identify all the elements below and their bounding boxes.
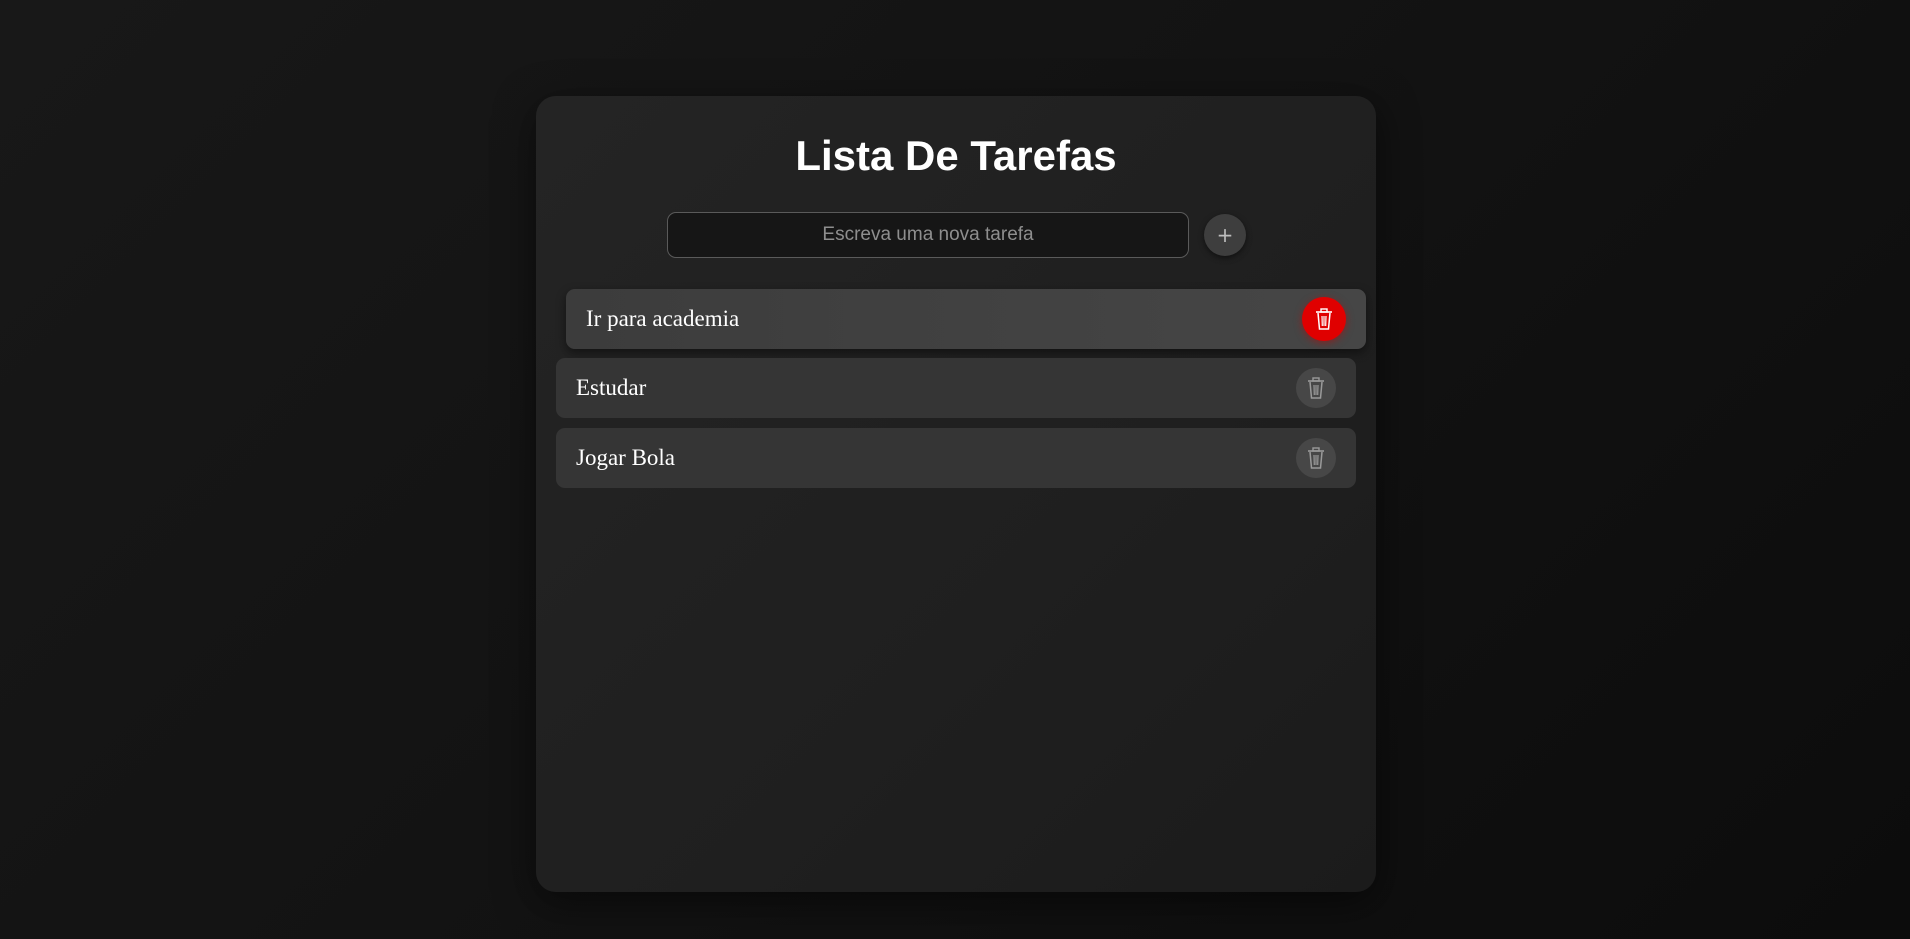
todo-card: Lista De Tarefas + Ir para academia Estu… xyxy=(536,96,1376,892)
delete-task-button[interactable] xyxy=(1302,297,1346,341)
new-task-input[interactable] xyxy=(667,212,1189,258)
trash-icon xyxy=(1307,377,1325,399)
task-item[interactable]: Estudar xyxy=(556,358,1356,418)
task-item[interactable]: Jogar Bola xyxy=(556,428,1356,488)
trash-icon xyxy=(1315,308,1333,330)
task-label: Jogar Bola xyxy=(576,445,676,470)
trash-icon xyxy=(1307,447,1325,469)
add-task-button[interactable]: + xyxy=(1204,214,1246,256)
delete-task-button[interactable] xyxy=(1296,368,1336,408)
delete-task-button[interactable] xyxy=(1296,438,1336,478)
page-title: Lista De Tarefas xyxy=(795,132,1117,179)
new-task-row: + xyxy=(667,211,1246,259)
task-label: Estudar xyxy=(576,375,647,400)
task-label: Ir para academia xyxy=(586,306,740,331)
plus-icon: + xyxy=(1216,223,1234,247)
task-item[interactable]: Ir para academia xyxy=(566,289,1366,349)
